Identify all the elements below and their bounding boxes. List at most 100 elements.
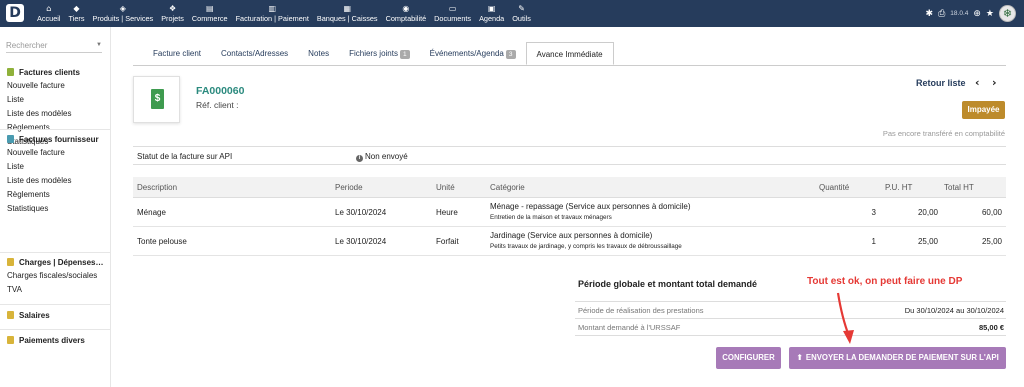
col-unite: Unité	[436, 183, 455, 192]
search-select[interactable]: Rechercher ▼	[6, 40, 102, 53]
tab-avance-imm-diate[interactable]: Avance Immédiate	[525, 42, 614, 65]
star-icon[interactable]: ★	[986, 9, 994, 19]
menu-item-label: Produits | Services	[92, 14, 154, 23]
back-to-list-link[interactable]: Retour liste	[916, 78, 966, 88]
summary-row-period: Période de réalisation des prestations D…	[575, 302, 1006, 319]
invoice-document-icon: $	[151, 89, 164, 109]
sidebar-item[interactable]: Liste des modèles	[0, 107, 111, 121]
sidebar-group-title[interactable]: Paiements divers	[0, 333, 111, 347]
module-icon	[7, 311, 14, 319]
col-quantite: Quantité	[819, 183, 850, 192]
print-icon[interactable]: ⎙	[938, 9, 945, 19]
main-menu: ⌂ Accueil ◆ Tiers ◈ Produits | Services ❖ Proje…	[33, 0, 535, 27]
calendar-icon: ▣	[487, 4, 496, 13]
summary-row-amount: Montant demandé à l'URSSAF 85,00 €	[575, 319, 1006, 336]
cell-unite: Forfait	[436, 237, 459, 246]
menu-item-banques-caisses[interactable]: ▦ Banques | Caisses	[313, 0, 382, 27]
bug-icon[interactable]: ✱	[926, 9, 934, 19]
sidebar-item[interactable]: Règlements	[0, 188, 111, 202]
tab-label: Contacts/Adresses	[221, 49, 289, 58]
app-logo[interactable]: D	[6, 4, 24, 22]
cube-icon: ◈	[119, 4, 126, 13]
billing-icon: ▥	[268, 4, 277, 13]
menu-item-projets[interactable]: ❖ Projets	[157, 0, 188, 27]
add-icon[interactable]: ⊕	[973, 9, 981, 19]
tab-fichiers-joints[interactable]: Fichiers joints 1	[339, 42, 420, 65]
sidebar-item[interactable]: Nouvelle facture	[0, 146, 111, 160]
invoice-ref: FA000060	[196, 85, 245, 97]
cell-description: Tonte pelouse	[137, 237, 187, 246]
summary-title: Période globale et montant total demandé	[578, 279, 758, 289]
summary-label: Montant demandé à l'URSSAF	[578, 323, 681, 332]
sidebar-item[interactable]: Nouvelle facture	[0, 79, 111, 93]
sidebar-item[interactable]: Liste	[0, 93, 111, 107]
tab-contacts-adresses[interactable]: Contacts/Adresses	[211, 42, 298, 65]
sidebar-group-title[interactable]: Factures clients	[0, 65, 111, 79]
sidebar-group-title[interactable]: Charges | Dépenses…	[0, 255, 111, 269]
tab-label: Avance Immédiate	[536, 50, 603, 59]
menu-item-label: Tiers	[68, 14, 85, 23]
invoice-lines-table: Description Periode Unité Catégorie Quan…	[133, 177, 1006, 256]
tab-divider	[133, 65, 1006, 66]
summary-table: Période de réalisation des prestations D…	[575, 301, 1006, 336]
upload-icon: ⬆	[796, 353, 803, 362]
sidebar-item[interactable]: TVA	[0, 283, 111, 297]
api-status-text: Non envoyé	[365, 152, 408, 161]
cell-periode: Le 30/10/2024	[335, 237, 387, 246]
tab-label: Facture client	[153, 49, 202, 58]
module-icon	[7, 68, 14, 76]
sidebar-item[interactable]: Statistiques	[0, 202, 111, 216]
cell-categorie: Jardinage (Service aux personnes à domic…	[490, 231, 653, 240]
tab-count-badge: 3	[505, 50, 516, 59]
menu-item-agenda[interactable]: ▣ Agenda	[475, 0, 508, 27]
cell-pu: 25,00	[917, 237, 938, 246]
tab-notes[interactable]: Notes	[298, 42, 339, 65]
tab--v-nements-agenda[interactable]: Événements/Agenda 3	[420, 42, 526, 65]
sidebar-group-label: Salaires	[19, 310, 50, 320]
menu-item-outils[interactable]: ✎ Outils	[508, 0, 535, 27]
menu-item-label: Documents	[434, 14, 472, 23]
menu-item-label: Agenda	[479, 14, 505, 23]
sidebar-item[interactable]: Liste des modèles	[0, 174, 111, 188]
menu-item-tiers[interactable]: ◆ Tiers	[65, 0, 89, 27]
cell-pu: 20,00	[917, 208, 938, 217]
table-row[interactable]: Tonte pelouse Le 30/10/2024 Forfait Jardina…	[133, 227, 1006, 256]
col-pu: P.U. HT	[885, 183, 913, 192]
next-icon[interactable]: ›	[992, 76, 997, 89]
menu-item-accueil[interactable]: ⌂ Accueil	[33, 0, 65, 27]
sidebar-group-title[interactable]: Factures fournisseur	[0, 132, 111, 146]
send-payment-request-button[interactable]: ⬆ ENVOYER LA DEMANDER DE PAIEMENT SUR L'A…	[789, 347, 1006, 369]
transfer-note: Pas encore transféré en comptabilité	[882, 129, 1005, 138]
commerce-icon: ▤	[205, 4, 214, 13]
user-avatar[interactable]: ❄	[999, 5, 1016, 22]
summary-value: Du 30/10/2024 au 30/10/2024	[904, 306, 1004, 315]
sidebar-group-title[interactable]: Salaires	[0, 308, 111, 322]
menu-item-produits-services[interactable]: ◈ Produits | Services	[88, 0, 157, 27]
menu-item-label: Banques | Caisses	[316, 14, 378, 23]
module-icon	[7, 336, 14, 344]
menu-item-commerce[interactable]: ▤ Commerce	[188, 0, 232, 27]
tab-facture-client[interactable]: Facture client	[143, 42, 211, 65]
chevron-down-icon: ▼	[96, 42, 102, 48]
cell-categorie: Ménage - repassage (Service aux personne…	[490, 202, 691, 211]
table-row[interactable]: Ménage Le 30/10/2024 Heure Ménage - repassa…	[133, 198, 1006, 227]
cell-quantite: 1	[871, 237, 876, 246]
tab-label: Notes	[308, 49, 330, 58]
menu-item-documents[interactable]: ▭ Documents	[430, 0, 475, 27]
api-status-value: i Non envoyé	[356, 152, 408, 162]
col-description: Description	[137, 183, 178, 192]
sidebar-item[interactable]: Charges fiscales/sociales	[0, 269, 111, 283]
sidebar-item[interactable]: Liste	[0, 160, 111, 174]
configure-button[interactable]: CONFIGURER	[716, 347, 781, 369]
send-button-label: ENVOYER LA DEMANDER DE PAIEMENT SUR L'AP…	[805, 353, 999, 362]
menu-item-comptabilit[interactable]: ◉ Comptabilité	[382, 0, 431, 27]
module-icon	[7, 135, 14, 143]
api-status-row: Statut de la facture sur API i Non envoyé	[133, 146, 1006, 165]
previous-icon[interactable]: ‹	[975, 76, 980, 89]
cell-quantite: 3	[871, 208, 876, 217]
sidebar-divider	[0, 329, 111, 330]
menu-item-facturation-paiement[interactable]: ▥ Facturation | Paiement	[232, 0, 313, 27]
sidebar-group-label: Charges | Dépenses…	[19, 257, 104, 267]
table-header: Description Periode Unité Catégorie Quan…	[133, 177, 1006, 198]
sidebar-group: Salaires	[0, 308, 111, 322]
